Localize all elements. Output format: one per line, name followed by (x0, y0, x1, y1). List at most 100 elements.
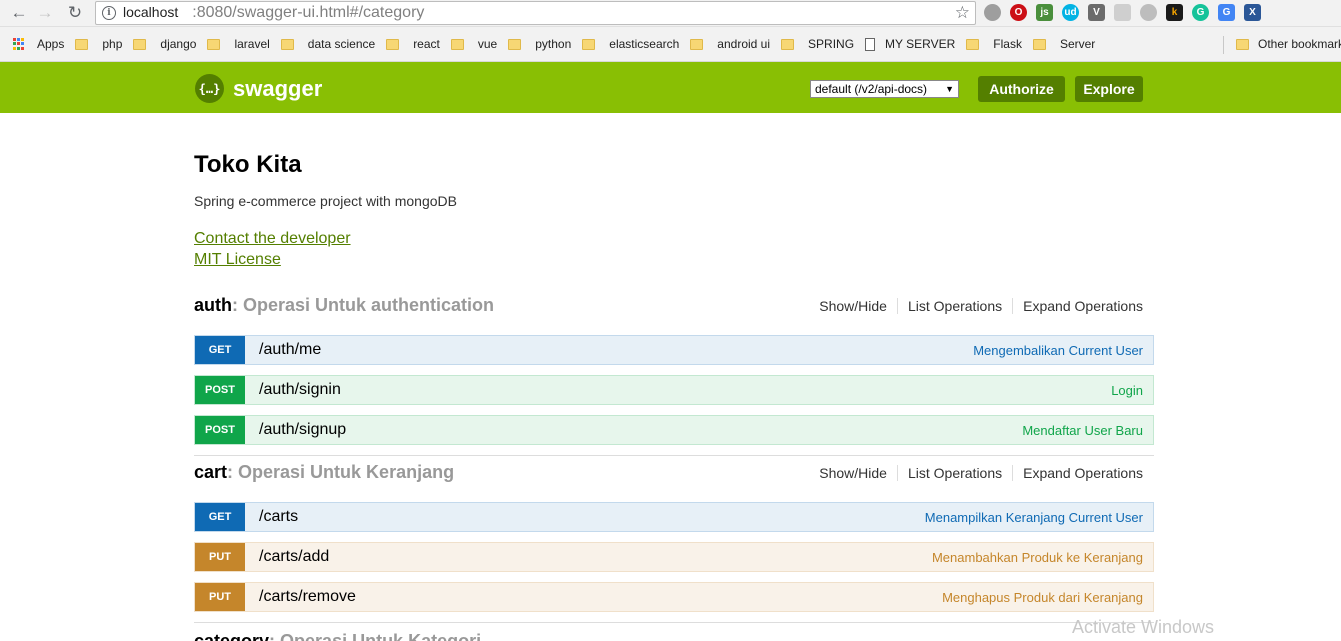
url-host: localhost (123, 4, 179, 20)
operation-path[interactable]: /carts (259, 508, 298, 526)
explore-button[interactable]: Explore (1075, 76, 1143, 102)
udacity-extension-icon[interactable]: ud (1062, 4, 1079, 21)
bookmark-star-icon[interactable]: ☆ (955, 3, 970, 23)
api-title: Toko Kita (194, 151, 302, 178)
resource-divider (194, 455, 1154, 456)
operation-summary[interactable]: Mendaftar User Baru (1022, 423, 1143, 438)
resource-header: cart: Operasi Untuk Keranjang Show/Hide … (194, 462, 1154, 492)
url-input[interactable]: i localhost :8080/swagger-ui.html#/catego… (95, 1, 976, 25)
show-hide-link[interactable]: Show/Hide (809, 465, 898, 481)
bookmark-elasticsearch[interactable]: elasticsearch (582, 37, 679, 51)
operation-path[interactable]: /auth/me (259, 341, 321, 359)
other-bookmarks[interactable]: Other bookmarks (1236, 37, 1341, 51)
url-text: localhost :8080/swagger-ui.html#/category (123, 4, 424, 22)
operation-path[interactable]: /auth/signin (259, 381, 341, 399)
site-info-icon[interactable]: i (102, 6, 116, 20)
extension-icon[interactable] (984, 4, 1001, 21)
authorize-button[interactable]: Authorize (978, 76, 1065, 102)
bookmark-django[interactable]: django (133, 37, 196, 51)
bookmark-data-science[interactable]: data science (280, 37, 375, 51)
http-method-badge: POST (195, 416, 245, 444)
resource-title[interactable]: auth: Operasi Untuk authentication (194, 295, 494, 316)
google-translate-icon[interactable]: G (1218, 4, 1235, 21)
extension-icon[interactable] (1114, 4, 1131, 21)
bookmarks-bar: Apps php django laravel data science rea… (0, 27, 1341, 62)
opera-extension-icon[interactable]: O (1010, 4, 1027, 21)
folder-icon (133, 38, 147, 50)
activate-windows-watermark: Activate Windows (1072, 617, 1215, 637)
expand-operations-link[interactable]: Expand Operations (1013, 298, 1143, 314)
bookmark-server[interactable]: Server (1032, 37, 1095, 51)
resource-name[interactable]: auth (194, 295, 232, 315)
extension-icon[interactable]: X (1244, 4, 1261, 21)
bookmark-my-server[interactable]: MY SERVER (865, 37, 955, 51)
operation-summary[interactable]: Login (1111, 383, 1143, 398)
api-spec-select[interactable]: default (/v2/api-docs) ▼ (810, 80, 959, 98)
back-arrow-icon[interactable]: ← (8, 2, 30, 24)
folder-icon (690, 38, 704, 50)
operation-path[interactable]: /carts/remove (259, 588, 356, 606)
bookmark-laravel[interactable]: laravel (207, 37, 270, 51)
bookmark-label: Apps (37, 37, 65, 51)
bookmark-label: php (102, 37, 123, 51)
operation-summary[interactable]: Mengembalikan Current User (973, 343, 1143, 358)
operation-get-carts[interactable]: GET /carts Menampilkan Keranjang Current… (194, 502, 1154, 532)
contact-developer-link[interactable]: Contact the developer (194, 228, 1154, 249)
bookmark-android-ui[interactable]: android ui (690, 37, 770, 51)
vue-devtools-icon[interactable]: V (1088, 4, 1105, 21)
resource-actions: Show/Hide List Operations Expand Operati… (809, 298, 1143, 314)
folder-icon (781, 38, 795, 50)
operation-path[interactable]: /auth/signup (259, 421, 346, 439)
api-description: Spring e-commerce project with mongoDB (194, 193, 457, 209)
reload-icon[interactable]: ↻ (64, 2, 86, 24)
show-hide-link[interactable]: Show/Hide (809, 298, 898, 314)
resource-cart: cart: Operasi Untuk Keranjang Show/Hide … (194, 462, 1154, 623)
folder-icon (207, 38, 221, 50)
extension-icon[interactable] (1140, 4, 1157, 21)
bookmarks-separator (1223, 36, 1224, 54)
bookmark-label: Flask (993, 37, 1022, 51)
swagger-logo-icon: {…} (195, 74, 224, 103)
operation-get-auth-me[interactable]: GET /auth/me Mengembalikan Current User (194, 335, 1154, 365)
resource-title[interactable]: cart: Operasi Untuk Keranjang (194, 462, 454, 483)
operation-summary[interactable]: Menghapus Produk dari Keranjang (942, 590, 1143, 605)
operation-post-auth-signup[interactable]: POST /auth/signup Mendaftar User Baru (194, 415, 1154, 445)
operation-post-auth-signin[interactable]: POST /auth/signin Login (194, 375, 1154, 405)
operation-summary[interactable]: Menampilkan Keranjang Current User (925, 510, 1143, 525)
k-extension-icon[interactable]: k (1166, 4, 1183, 21)
bookmark-react[interactable]: react (386, 37, 440, 51)
http-method-badge: GET (195, 336, 245, 364)
resource-name[interactable]: cart (194, 462, 227, 482)
operation-put-carts-add[interactable]: PUT /carts/add Menambahkan Produk ke Ker… (194, 542, 1154, 572)
http-method-badge: POST (195, 376, 245, 404)
resource-description: : Operasi Untuk Keranjang (227, 462, 455, 482)
folder-icon (582, 38, 596, 50)
expand-operations-link[interactable]: Expand Operations (1013, 465, 1143, 481)
list-operations-link[interactable]: List Operations (898, 465, 1014, 481)
bookmark-vue[interactable]: vue (450, 37, 498, 51)
bookmark-spring[interactable]: SPRING (781, 37, 854, 51)
operation-put-carts-remove[interactable]: PUT /carts/remove Menghapus Produk dari … (194, 582, 1154, 612)
resource-title[interactable]: category: Operasi Untuk Kategori (194, 631, 1154, 641)
page-icon (865, 37, 876, 51)
folder-icon (386, 38, 400, 50)
license-link[interactable]: MIT License (194, 249, 1154, 270)
folder-icon (1236, 38, 1249, 50)
resource-name[interactable]: category (194, 631, 269, 641)
bookmark-php[interactable]: php (75, 37, 122, 51)
operation-summary[interactable]: Menambahkan Produk ke Keranjang (932, 550, 1143, 565)
swagger-logo[interactable]: {…} swagger (195, 74, 322, 103)
bookmark-label: android ui (717, 37, 771, 51)
bookmark-python[interactable]: python (508, 37, 571, 51)
swagger-logo-text: swagger (233, 75, 323, 101)
extensions-toolbar: O js ud V k G G X (984, 4, 1261, 21)
url-path: :8080/swagger-ui.html#/category (192, 4, 425, 21)
js-extension-icon[interactable]: js (1036, 4, 1053, 21)
list-operations-link[interactable]: List Operations (898, 298, 1014, 314)
bookmark-label: vue (477, 37, 498, 51)
forward-arrow-icon[interactable]: → (34, 2, 56, 24)
bookmark-flask[interactable]: Flask (966, 37, 1022, 51)
grammarly-icon[interactable]: G (1192, 4, 1209, 21)
bookmark-apps[interactable]: Apps (13, 37, 64, 51)
operation-path[interactable]: /carts/add (259, 548, 329, 566)
